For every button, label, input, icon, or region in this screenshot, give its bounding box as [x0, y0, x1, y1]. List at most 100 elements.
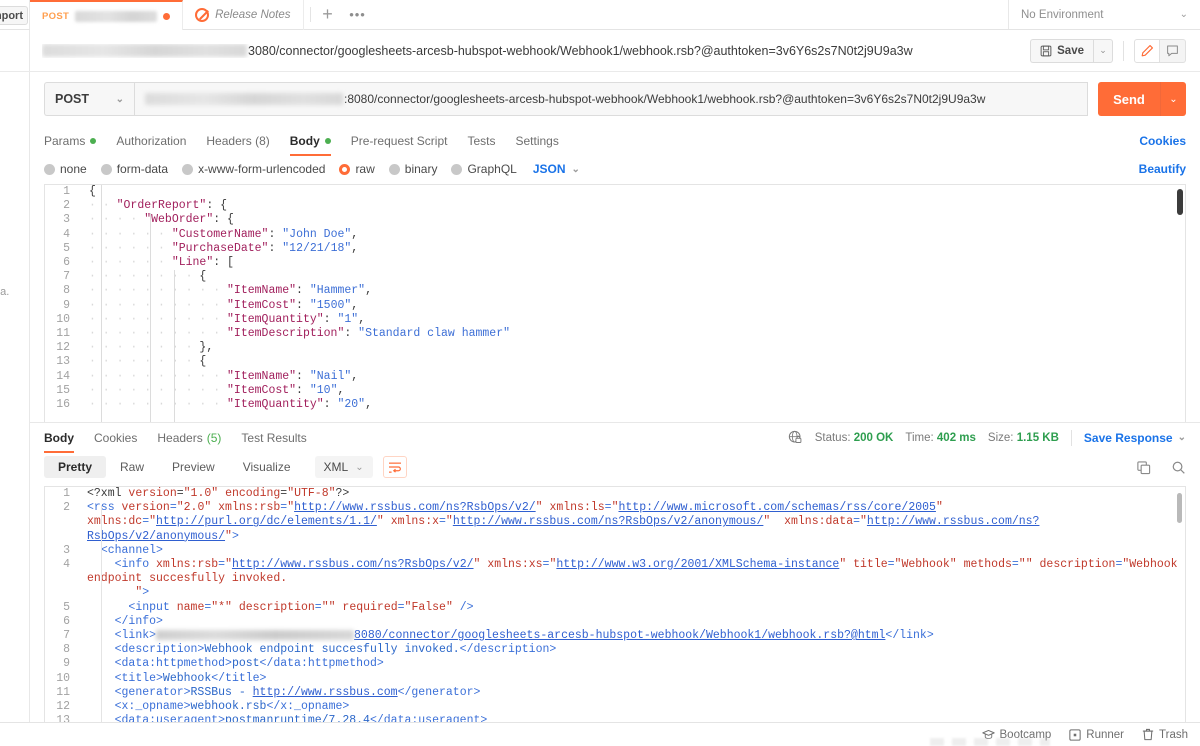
view-mode-raw[interactable]: Raw — [106, 456, 158, 478]
response-pane: Body Cookies Headers (5) Test Results St… — [30, 422, 1200, 722]
response-tab-test-results[interactable]: Test Results — [241, 423, 306, 453]
tab-params[interactable]: Params — [44, 126, 97, 156]
new-tab-button[interactable]: + — [313, 0, 343, 29]
line-number: 5 — [63, 241, 70, 255]
line-number: 8 — [63, 643, 70, 657]
response-toolbar: Pretty Raw Preview Visualize XML ⌄ — [30, 452, 1200, 486]
url-input[interactable]: :8080/connector/googlesheets-arcesb-hubs… — [134, 82, 1088, 116]
body-type-graphql[interactable]: GraphQL — [451, 162, 517, 176]
code-line: 8 · · · · · · · · · · "ItemName": "Hammer… — [45, 284, 1185, 298]
body-type-urlencoded[interactable]: x-www-form-urlencoded — [182, 162, 325, 176]
line-number: 11 — [56, 685, 70, 699]
beautify-button[interactable]: Beautify — [1139, 162, 1186, 176]
request-body-editor[interactable]: 1{2 · · "OrderReport": {3 · · · · "WebOrde… — [44, 184, 1186, 422]
line-content: <?xml version="1.0" encoding="UTF-8"?> — [87, 487, 350, 500]
runner-icon — [1069, 728, 1081, 741]
response-tab-body[interactable]: Body — [44, 423, 74, 453]
tab-release-notes[interactable]: Release Notes — [183, 0, 304, 30]
view-mode-preview[interactable]: Preview — [158, 456, 229, 478]
raw-format-label: JSON — [532, 162, 566, 176]
http-method-select[interactable]: POST ⌄ — [44, 82, 134, 116]
body-type-form-data[interactable]: form-data — [100, 162, 168, 176]
request-actions: Save ⌄ — [1030, 38, 1186, 63]
code-line: 9 · · · · · · · · · · "ItemCost": "1500", — [45, 299, 1185, 313]
code-line: 11 <generator>RSSBus - http://www.rssbus… — [45, 686, 1185, 700]
tab-authorization[interactable]: Authorization — [116, 126, 186, 156]
response-body-code[interactable]: 1 <?xml version="1.0" encoding="UTF-8"?> 2… — [45, 487, 1185, 722]
code-line: 10 · · · · · · · · · · "ItemQuantity": "1… — [45, 313, 1185, 327]
postman-app: Import POST Release Notes + ••• No Envir… — [0, 0, 1200, 746]
save-button[interactable]: Save — [1030, 38, 1093, 63]
tab-name-redacted — [75, 10, 158, 22]
line-number: 4 — [63, 227, 70, 241]
environment-selector[interactable]: No Environment ⌄ — [1008, 0, 1200, 29]
view-mode-pretty[interactable]: Pretty — [44, 456, 107, 478]
comments-button[interactable] — [1160, 38, 1186, 63]
line-content: <generator>RSSBus - http://www.rssbus.co… — [114, 685, 481, 699]
line-number: 6 — [63, 614, 70, 628]
trash-button[interactable]: Trash — [1142, 728, 1188, 741]
code-line: 13 <data:useragent>postmanruntime/7.28.4… — [45, 714, 1185, 722]
tab-settings[interactable]: Settings — [515, 126, 558, 156]
code-line: 12 · · · · · · · · }, — [45, 341, 1185, 355]
send-options-button[interactable]: ⌄ — [1160, 82, 1186, 116]
tab-pre-request-script[interactable]: Pre-request Script — [351, 126, 448, 156]
tab-body-label: Body — [289, 134, 320, 148]
cookies-link[interactable]: Cookies — [1139, 134, 1186, 148]
tab-body[interactable]: Body — [289, 126, 331, 156]
view-mode-visualize[interactable]: Visualize — [229, 456, 305, 478]
response-tab-headers[interactable]: Headers (5) — [157, 423, 221, 453]
line-content: { — [89, 185, 96, 198]
code-line: 12 <x:_opname>webhook.rsb</x:_opname> — [45, 700, 1185, 714]
request-editor-scrollbar[interactable] — [1177, 189, 1183, 215]
code-line: 3 · · · · "WebOrder": { — [45, 213, 1185, 227]
line-content: <channel> — [100, 543, 163, 557]
tab-request-active[interactable]: POST — [30, 0, 184, 31]
response-format-select[interactable]: XML ⌄ — [314, 456, 373, 478]
chevron-down-icon: ⌄ — [1179, 9, 1188, 20]
line-content: · · · · · · · · · · "ItemName": "Nail", — [89, 369, 359, 383]
line-number: 13 — [56, 355, 70, 369]
tab-tests[interactable]: Tests — [467, 126, 495, 156]
response-editor-scrollbar[interactable] — [1177, 493, 1182, 523]
send-button[interactable]: Send — [1098, 82, 1160, 116]
size-label-group: Size: 1.15 KB — [988, 432, 1059, 444]
code-line: 11 · · · · · · · · · · "ItemDescription":… — [45, 327, 1185, 341]
import-button[interactable]: Import — [0, 6, 28, 25]
request-body-code[interactable]: 1{2 · · "OrderReport": {3 · · · · "WebOrde… — [45, 185, 1185, 412]
save-response-label: Save Response — [1083, 430, 1173, 445]
radio-icon — [44, 163, 55, 175]
save-dropdown-button[interactable]: ⌄ — [1093, 38, 1113, 63]
tab-authorization-label: Authorization — [116, 134, 187, 148]
main-body: na. POST ⌄ :8080/connector/googlesheets-… — [0, 72, 1200, 722]
bottom-ghost-artifact — [930, 738, 1050, 746]
body-type-raw[interactable]: raw — [339, 162, 375, 176]
word-wrap-button[interactable] — [382, 456, 407, 478]
response-body-editor[interactable]: 1 <?xml version="1.0" encoding="UTF-8"?> 2… — [44, 486, 1186, 722]
body-type-binary[interactable]: binary — [388, 162, 437, 176]
response-tab-cookies[interactable]: Cookies — [94, 423, 137, 453]
line-number: 5 — [63, 600, 70, 614]
tab-tests-label: Tests — [467, 134, 496, 148]
pencil-icon — [1141, 44, 1153, 56]
line-content: <input name="*" description="" required=… — [128, 600, 474, 614]
line-content: "> — [135, 586, 150, 600]
line-content: </info> — [114, 614, 163, 628]
raw-format-select[interactable]: JSON ⌄ — [533, 162, 580, 176]
tab-headers[interactable]: Headers (8) — [206, 126, 269, 156]
code-line: 1 <?xml version="1.0" encoding="UTF-8"?> — [45, 487, 1185, 501]
line-number: 1 — [63, 185, 70, 198]
search-icon[interactable] — [1171, 460, 1186, 475]
runner-button[interactable]: Runner — [1069, 729, 1124, 741]
copy-icon[interactable] — [1136, 460, 1151, 475]
radio-icon — [100, 163, 112, 175]
body-type-none[interactable]: none — [44, 162, 87, 176]
size-label: Size: — [987, 431, 1014, 444]
body-type-raw-label: raw — [355, 162, 375, 176]
line-content: · · · · · · · · }, — [89, 341, 214, 355]
edit-request-button[interactable] — [1134, 38, 1160, 63]
save-response-button[interactable]: Save Response ⌄ — [1084, 431, 1186, 445]
tab-options-button[interactable]: ••• — [343, 0, 373, 29]
body-type-urlencoded-label: x-www-form-urlencoded — [198, 162, 326, 176]
line-number: 14 — [56, 369, 70, 383]
